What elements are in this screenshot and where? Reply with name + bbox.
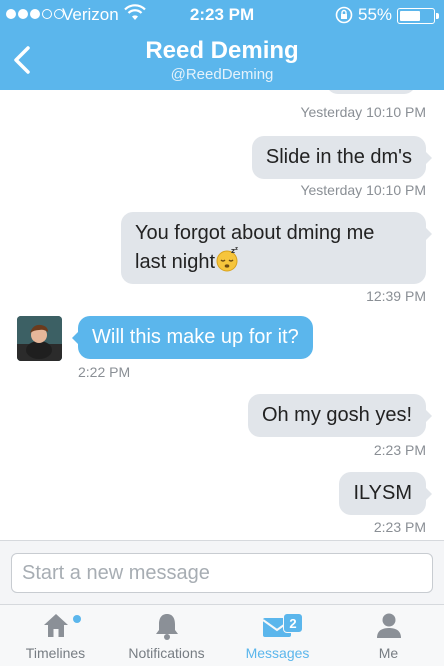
home-icon xyxy=(43,614,68,637)
battery-icon xyxy=(397,8,439,24)
avatar[interactable] xyxy=(17,316,62,361)
message-bubble-partial xyxy=(326,90,416,94)
message-timestamp: Yesterday 10:10 PM xyxy=(300,104,426,120)
message-bubble-outgoing[interactable]: Oh my gosh yes! xyxy=(247,394,432,437)
message-timestamp: 2:22 PM xyxy=(78,364,131,380)
message-bubble-incoming[interactable]: Will this make up for it? xyxy=(72,316,313,359)
tab-me[interactable]: Me xyxy=(333,605,444,666)
conversation-title[interactable]: Reed Deming xyxy=(0,37,444,65)
tab-messages[interactable]: Messages xyxy=(222,605,333,666)
tab-label: Me xyxy=(378,645,399,661)
message-text: last night xyxy=(135,251,216,273)
message-text: You forgot about dming me xyxy=(135,222,375,244)
composer-bar xyxy=(0,540,444,604)
header: Verizon 2:23 PM 55% Reed Deming @ReedDem… xyxy=(0,0,444,90)
tab-label: Notifications xyxy=(128,645,205,661)
message-text: Oh my gosh yes! xyxy=(261,404,412,426)
message-bubble-outgoing[interactable]: ILYSM xyxy=(339,472,432,515)
tab-notifications[interactable]: Notifications xyxy=(111,605,222,666)
message-timestamp: 2:23 PM xyxy=(373,442,426,458)
person-icon xyxy=(376,613,401,638)
message-timestamp: Yesterday 10:10 PM xyxy=(300,182,426,198)
conversation-handle: @ReedDeming xyxy=(170,66,274,83)
message-text: ILYSM xyxy=(353,482,412,504)
tab-bar: Timelines Notifications Messages 2 Me xyxy=(0,604,444,666)
message-text: Will this make up for it? xyxy=(92,326,299,348)
message-bubble-outgoing[interactable]: Slide in the dm's xyxy=(251,136,432,179)
message-timestamp: 2:23 PM xyxy=(373,519,426,535)
tab-label: Timelines xyxy=(25,645,86,661)
message-list[interactable]: Yesterday 10:10 PM Slide in the dm's Yes… xyxy=(0,90,444,540)
sleeping-face-emoji: z z xyxy=(216,246,238,272)
tab-timelines[interactable]: Timelines xyxy=(0,605,111,666)
rotation-lock-icon xyxy=(335,6,353,24)
svg-text:z: z xyxy=(235,246,238,252)
new-activity-dot xyxy=(73,615,81,623)
message-timestamp: 12:39 PM xyxy=(366,288,426,304)
message-text: Slide in the dm's xyxy=(265,146,412,168)
message-input[interactable] xyxy=(11,553,433,593)
tab-label: Messages xyxy=(245,645,310,661)
unread-badge: 2 xyxy=(283,613,303,633)
bell-icon xyxy=(155,614,178,640)
status-bar: Verizon 2:23 PM 55% xyxy=(0,0,444,30)
message-bubble-outgoing[interactable]: You forgot about dming me last night z z xyxy=(121,212,432,284)
battery-percent: 55% xyxy=(358,5,393,24)
